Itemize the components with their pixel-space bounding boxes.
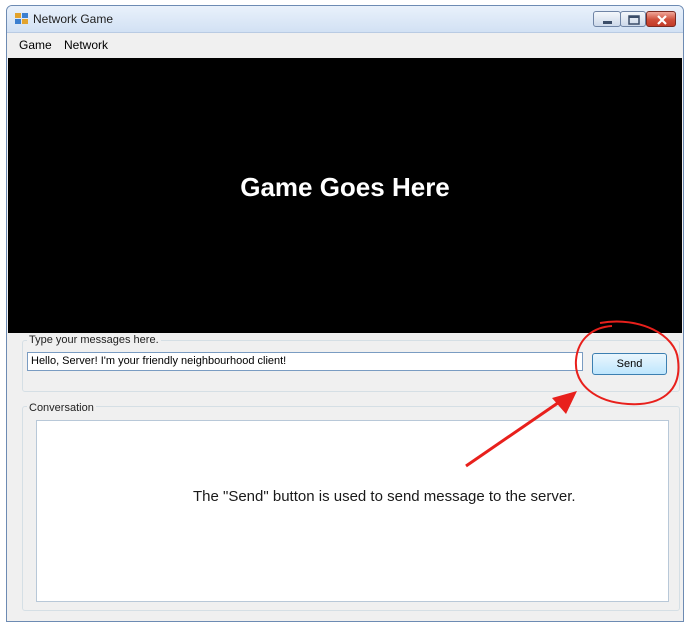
window-title: Network Game (33, 12, 114, 26)
conversation-group-label: Conversation (27, 402, 96, 414)
message-group-label: Type your messages here. (27, 334, 161, 346)
send-button[interactable]: Send (592, 353, 667, 375)
annotation-text: The "Send" button is used to send messag… (193, 488, 576, 505)
close-button[interactable] (646, 11, 676, 27)
menu-bar: Game Network (8, 33, 682, 55)
minimize-icon (603, 21, 612, 24)
title-bar[interactable]: Network Game (7, 6, 683, 33)
close-icon (657, 15, 667, 25)
menu-network[interactable]: Network (64, 38, 108, 52)
message-input[interactable]: Hello, Server! I'm your friendly neighbo… (27, 352, 583, 371)
maximize-button[interactable] (620, 11, 646, 27)
menu-game[interactable]: Game (19, 38, 52, 52)
maximize-icon (628, 15, 640, 25)
game-canvas[interactable]: Game Goes Here (8, 58, 682, 333)
app-icon (15, 13, 28, 24)
game-placeholder-text: Game Goes Here (240, 172, 450, 202)
minimize-button[interactable] (593, 11, 621, 27)
conversation-log[interactable] (36, 420, 669, 602)
